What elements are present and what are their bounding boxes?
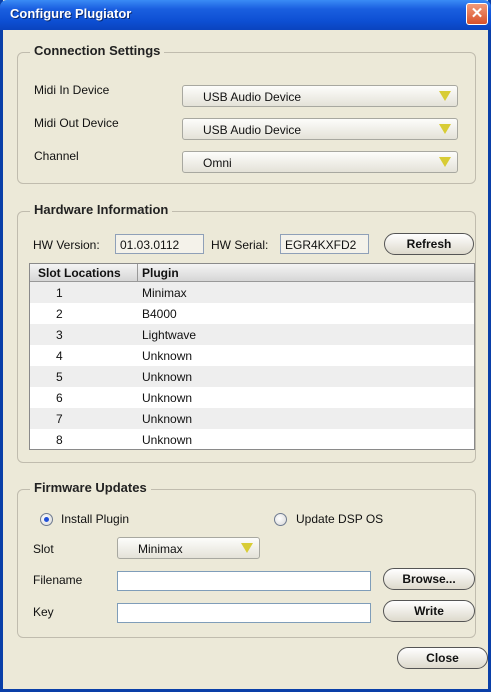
firmware-updates-title: Firmware Updates — [30, 480, 151, 495]
slot-cell: 5 — [56, 370, 63, 384]
browse-button[interactable]: Browse... — [383, 568, 475, 590]
column-header-slot-locations[interactable]: Slot Locations — [38, 266, 121, 280]
plugin-cell: Unknown — [142, 412, 193, 426]
dialog-content: Connection Settings Midi In Device USB A… — [3, 30, 488, 689]
plugin-cell: Lightwave — [142, 328, 197, 342]
close-button[interactable]: Close — [397, 647, 488, 669]
update-dsp-os-radio[interactable] — [274, 513, 287, 526]
midi-out-value: USB Audio Device — [203, 123, 302, 137]
channel-value: Omni — [203, 156, 232, 170]
connection-settings-title: Connection Settings — [30, 43, 165, 58]
midi-in-value: USB Audio Device — [203, 90, 302, 104]
table-row[interactable]: 7 Unknown — [30, 408, 474, 429]
plugin-cell: Minimax — [142, 286, 187, 300]
slot-table: Slot Locations Plugin 1 Minimax 2 B4000 3 L… — [29, 263, 475, 450]
slot-label: Slot — [33, 542, 54, 556]
table-row[interactable]: 6 Unknown — [30, 387, 474, 408]
install-plugin-radio[interactable] — [40, 513, 53, 526]
column-separator — [137, 264, 138, 281]
dropdown-arrow-icon — [439, 157, 451, 167]
table-row[interactable]: 4 Unknown — [30, 345, 474, 366]
update-dsp-os-label[interactable]: Update DSP OS — [296, 512, 383, 526]
slot-cell: 7 — [56, 412, 63, 426]
slot-cell: 2 — [56, 307, 63, 321]
midi-out-select[interactable]: USB Audio Device — [182, 118, 458, 140]
table-row[interactable]: 3 Lightwave — [30, 324, 474, 345]
hw-version-field: 01.03.0112 — [115, 234, 204, 254]
table-row[interactable]: 2 B4000 — [30, 303, 474, 324]
table-row[interactable]: 8 Unknown — [30, 429, 474, 449]
hw-version-label: HW Version: — [33, 238, 100, 252]
key-label: Key — [33, 605, 54, 619]
slot-cell: 1 — [56, 286, 63, 300]
table-row[interactable]: 5 Unknown — [30, 366, 474, 387]
midi-in-select[interactable]: USB Audio Device — [182, 85, 458, 107]
write-button[interactable]: Write — [383, 600, 475, 622]
hw-serial-label: HW Serial: — [211, 238, 269, 252]
slot-cell: 8 — [56, 433, 63, 447]
plugin-cell: Unknown — [142, 391, 193, 405]
slot-cell: 3 — [56, 328, 63, 342]
dropdown-arrow-icon — [439, 124, 451, 134]
table-header: Slot Locations Plugin — [30, 264, 474, 282]
close-icon[interactable]: ✕ — [466, 3, 488, 25]
plugin-cell: Unknown — [142, 370, 193, 384]
refresh-button[interactable]: Refresh — [384, 233, 474, 255]
midi-in-label: Midi In Device — [34, 83, 110, 97]
slot-cell: 4 — [56, 349, 63, 363]
filename-label: Filename — [33, 573, 83, 587]
hardware-information-title: Hardware Information — [30, 202, 173, 217]
configure-plugiator-window: Configure Plugiator ✕ Connection Setting… — [0, 0, 491, 692]
hw-serial-field: EGR4KXFD2 — [280, 234, 369, 254]
table-row[interactable]: 1 Minimax — [30, 282, 474, 303]
filename-input[interactable] — [117, 571, 371, 591]
key-input[interactable] — [117, 603, 371, 623]
channel-select[interactable]: Omni — [182, 151, 458, 173]
column-header-plugin[interactable]: Plugin — [142, 266, 179, 280]
table-body: 1 Minimax 2 B4000 3 Lightwave 4 Unknown 5 Unk… — [30, 282, 474, 449]
window-title: Configure Plugiator — [10, 6, 132, 21]
dropdown-arrow-icon — [241, 543, 253, 553]
title-bar[interactable]: Configure Plugiator ✕ — [0, 0, 491, 30]
slot-cell: 6 — [56, 391, 63, 405]
channel-label: Channel — [34, 149, 79, 163]
slot-select[interactable]: Minimax — [117, 537, 260, 559]
slot-value: Minimax — [138, 542, 183, 556]
install-plugin-label[interactable]: Install Plugin — [61, 512, 129, 526]
plugin-cell: Unknown — [142, 349, 193, 363]
plugin-cell: Unknown — [142, 433, 193, 447]
midi-out-label: Midi Out Device — [34, 116, 119, 130]
plugin-cell: B4000 — [142, 307, 177, 321]
dropdown-arrow-icon — [439, 91, 451, 101]
connection-settings-group: Connection Settings Midi In Device USB A… — [17, 43, 476, 184]
